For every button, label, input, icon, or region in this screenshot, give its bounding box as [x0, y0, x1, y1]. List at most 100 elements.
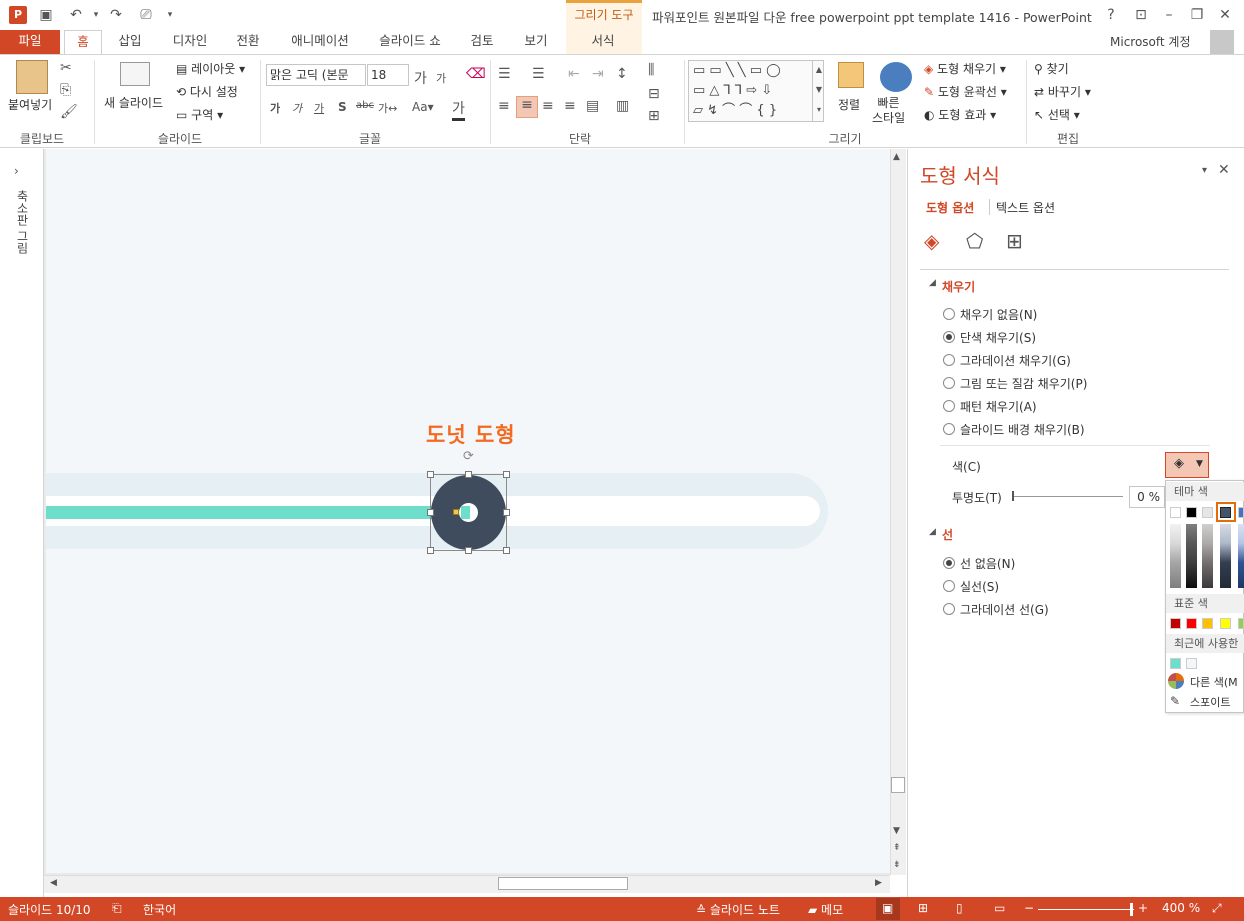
horizontal-scroll-thumb[interactable] — [498, 877, 628, 890]
powerpoint-app-icon[interactable]: P — [9, 6, 27, 24]
scroll-right-icon[interactable]: ▶ — [875, 878, 882, 888]
cut-icon[interactable]: ✂ — [60, 60, 72, 76]
select-button[interactable]: ↖ 선택 ▾ — [1034, 106, 1080, 123]
progress-track-fill[interactable] — [46, 506, 470, 519]
line-collapse-icon[interactable]: ◢ — [929, 527, 936, 537]
resize-handle[interactable] — [465, 471, 472, 478]
smartart-icon[interactable]: ⊞ — [648, 108, 660, 124]
horizontal-scrollbar[interactable] — [44, 875, 890, 893]
notes-button[interactable]: ≙ 슬라이드 노트 — [696, 901, 780, 918]
fill-option-label[interactable]: 채우기 없음(N) — [960, 306, 1037, 323]
color-swatch[interactable] — [1238, 618, 1244, 629]
color-swatch[interactable] — [1186, 507, 1197, 518]
paste-button[interactable]: 붙여넣기 — [8, 96, 52, 113]
customize-qat-icon[interactable]: ▾ — [160, 5, 180, 25]
align-text-icon[interactable]: ⊟ — [648, 86, 660, 102]
fill-gradient-radio[interactable] — [943, 354, 955, 366]
fill-section-header[interactable]: 채우기 — [942, 278, 975, 295]
shapes-gallery-scroll[interactable]: ▲ ▼ ▾ — [812, 60, 825, 122]
shrink-font-icon[interactable]: 가 — [436, 70, 446, 86]
underline-icon[interactable]: 가 — [314, 100, 324, 116]
resize-handle[interactable] — [503, 471, 510, 478]
tab-animations[interactable]: 애니메이션 — [282, 30, 358, 54]
shadow-icon[interactable]: S — [338, 100, 347, 114]
color-swatch[interactable] — [1238, 507, 1244, 518]
resize-handle[interactable] — [503, 547, 510, 554]
fill-background-radio[interactable] — [943, 423, 955, 435]
vertical-scrollbar[interactable] — [890, 149, 906, 875]
tab-format[interactable]: 서식 — [570, 30, 636, 54]
save-icon[interactable]: ▣ — [36, 5, 56, 25]
line-option-label[interactable]: 선 없음(N) — [960, 555, 1015, 572]
start-from-beginning-icon[interactable]: ⎚ — [136, 5, 156, 25]
new-slide-button[interactable]: 새 슬라이드 — [104, 94, 163, 111]
transparency-slider-thumb[interactable] — [1012, 491, 1014, 501]
language-indicator[interactable]: 한국어 — [143, 901, 176, 918]
next-slide-icon[interactable]: ⇟ — [893, 860, 901, 870]
scroll-left-icon[interactable]: ◀ — [50, 878, 57, 888]
change-case-icon[interactable]: Aa▾ — [412, 100, 434, 114]
undo-icon[interactable]: ↶ — [66, 5, 86, 25]
line-spacing-icon[interactable]: ↕ — [616, 66, 628, 82]
strikethrough-icon[interactable]: abc — [356, 100, 374, 111]
find-button[interactable]: ⚲ 찾기 — [1034, 60, 1069, 77]
quick-styles-icon[interactable] — [880, 62, 912, 92]
zoom-slider-thumb[interactable] — [1130, 903, 1133, 916]
resize-handle[interactable] — [427, 509, 434, 516]
line-none-radio[interactable] — [943, 557, 955, 569]
shape-title-text[interactable]: 도넛 도형 — [426, 419, 516, 449]
character-spacing-icon[interactable]: 가↔ — [378, 100, 397, 116]
more-colors-option[interactable]: 다른 색(M — [1190, 674, 1238, 690]
help-button[interactable]: ? — [1100, 4, 1122, 26]
adjust-handle[interactable] — [453, 509, 459, 515]
fill-pattern-radio[interactable] — [943, 400, 955, 412]
fill-color-button[interactable]: ◈ ▼ — [1165, 452, 1209, 478]
paste-icon[interactable] — [16, 60, 48, 94]
line-gradient-radio[interactable] — [943, 603, 955, 615]
resize-handle[interactable] — [427, 547, 434, 554]
decrease-indent-icon[interactable]: ⇤ — [568, 66, 580, 82]
fill-option-label[interactable]: 그라데이션 채우기(G) — [960, 352, 1071, 369]
slide-sorter-icon[interactable]: ⊞ — [918, 901, 928, 915]
pane-close-icon[interactable]: ✕ — [1218, 162, 1230, 178]
resize-handle[interactable] — [427, 471, 434, 478]
restore-icon[interactable]: ❐ — [1186, 4, 1208, 26]
eyedropper-option[interactable]: 스포이트 — [1190, 694, 1230, 710]
justify-icon[interactable]: ≡ — [564, 98, 576, 114]
font-color-icon[interactable]: 가 — [452, 98, 465, 121]
tab-view[interactable]: 보기 — [516, 30, 556, 54]
tab-review[interactable]: 검토 — [462, 30, 502, 54]
color-swatch[interactable] — [1220, 618, 1231, 629]
ribbon-display-options-icon[interactable]: ⊡ — [1130, 4, 1152, 26]
effects-pentagon-icon[interactable]: ⬠ — [966, 229, 983, 253]
tab-home[interactable]: 홈 — [64, 30, 102, 54]
tab-slideshow[interactable]: 슬라이드 쇼 — [372, 30, 448, 54]
fit-slide-icon[interactable]: ⤢ — [1212, 901, 1222, 916]
align-right-icon[interactable]: ≡ — [542, 98, 554, 114]
tab-design[interactable]: 디자인 — [164, 30, 216, 54]
fill-option-label[interactable]: 그림 또는 질감 채우기(P) — [960, 375, 1087, 392]
arrange-icon[interactable] — [838, 62, 864, 88]
bullets-icon[interactable]: ☰ — [498, 66, 511, 82]
transparency-slider-track[interactable] — [1013, 496, 1123, 497]
tab-insert[interactable]: 삽입 — [110, 30, 150, 54]
tab-shape-options[interactable]: 도형 옵션 — [926, 199, 974, 216]
comments-button[interactable]: ▰ 메모 — [808, 901, 843, 918]
line-section-header[interactable]: 선 — [942, 526, 953, 543]
shapes-gallery[interactable]: ▭ ▭ ╲ ╲ ▭ ◯ ▭ △ ⅂ ⅂ ⇨ ⇩ ▱ ↯ ⌒ ⌒ { } — [688, 60, 824, 122]
align-center-icon[interactable]: ≡ — [516, 96, 538, 118]
minimize-icon[interactable]: – — [1158, 4, 1180, 26]
theme-tints-column[interactable] — [1202, 524, 1213, 588]
theme-tints-column[interactable] — [1220, 524, 1231, 588]
zoom-level[interactable]: 400 % — [1162, 901, 1200, 915]
italic-icon[interactable]: 가 — [292, 100, 302, 116]
undo-dropdown-icon[interactable]: ▾ — [86, 5, 106, 25]
format-painter-icon[interactable]: 🖌 — [60, 104, 78, 120]
align-left-icon[interactable]: ≡ — [498, 98, 510, 114]
account-menu[interactable]: Microsoft 계정 — [1110, 33, 1191, 50]
arrange-button[interactable]: 정렬 — [838, 96, 860, 113]
fill-line-icon[interactable]: ◈ — [924, 229, 939, 253]
line-option-label[interactable]: 그라데이션 선(G) — [960, 601, 1049, 618]
transparency-input[interactable]: 0 % — [1129, 486, 1165, 508]
spell-check-icon[interactable]: ⎗ — [112, 901, 122, 916]
